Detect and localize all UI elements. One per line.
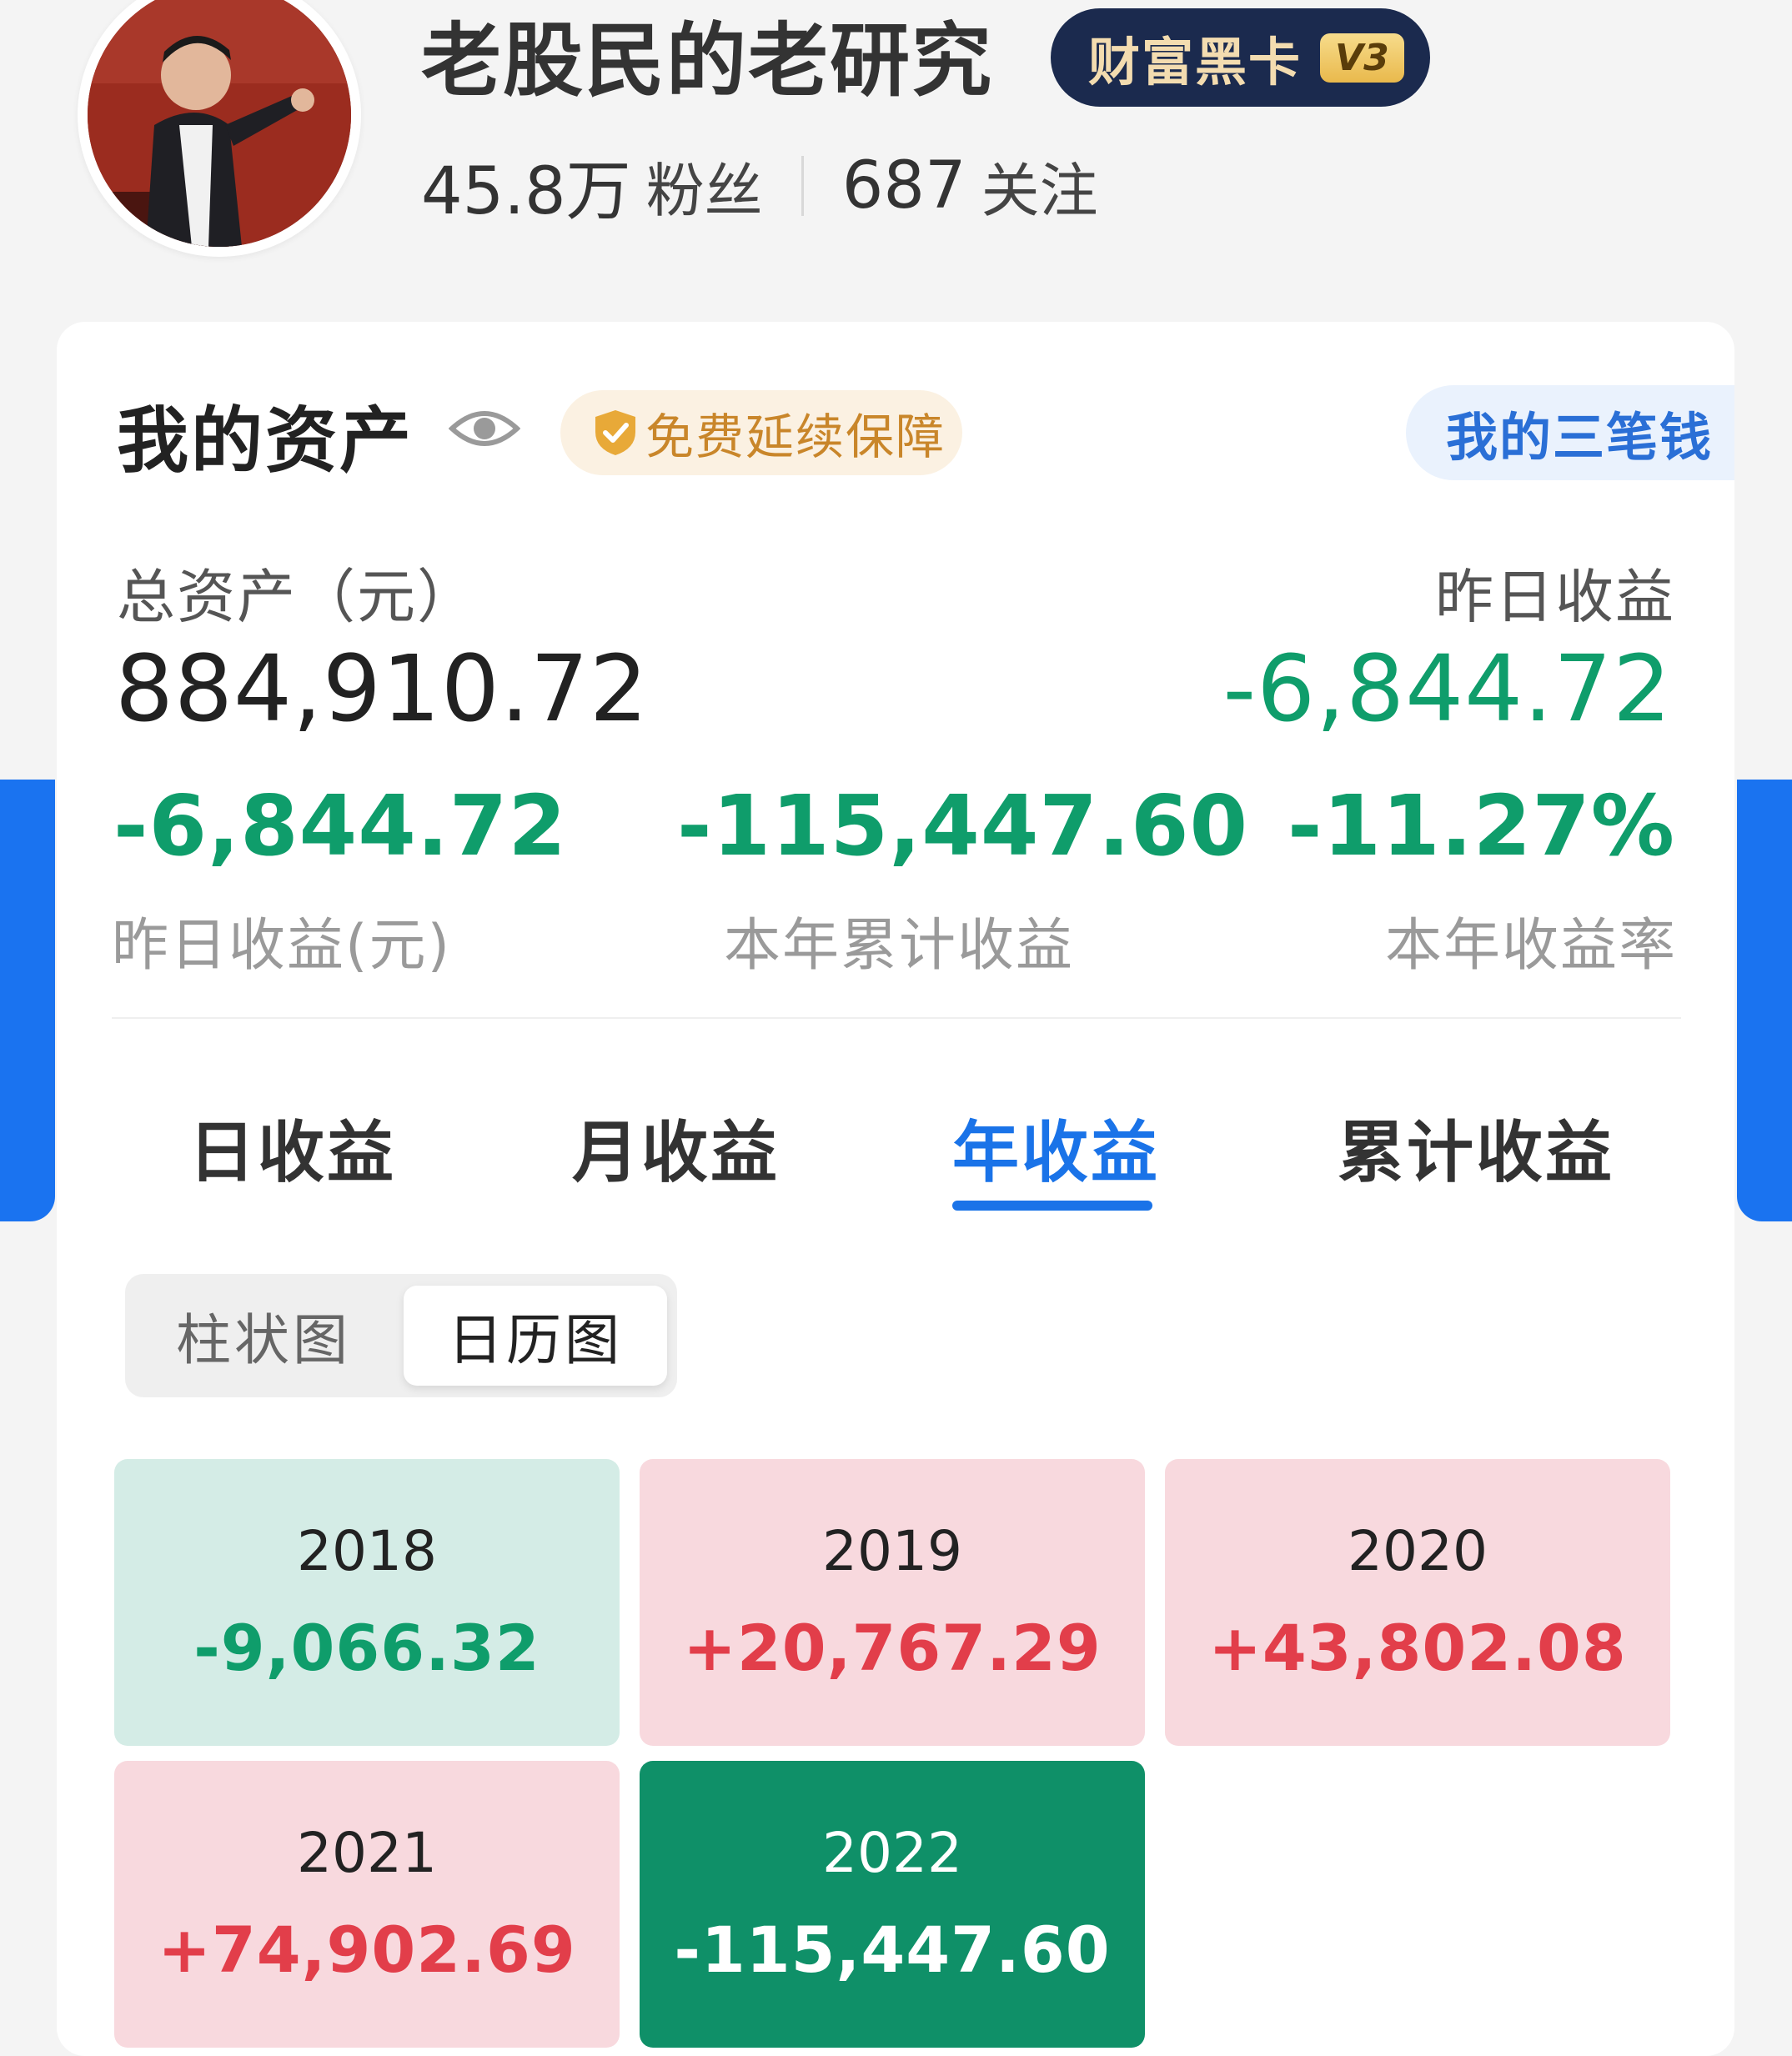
metric-year-rate-label: 本年收益率 [1384,913,1677,979]
view-option-calendar[interactable]: 日历图 [404,1286,667,1386]
chart-view-toggle: 柱状图 日历图 [125,1274,677,1397]
protect-badge[interactable]: 免费延续保障 [560,390,962,475]
tile-year: 2021 [297,1821,437,1885]
total-assets-label: 总资产（元） [117,563,477,631]
year-tile-2018[interactable]: 2018 -9,066.32 [114,1459,620,1746]
yesterday-earnings-label: 昨日收益 [1435,563,1675,631]
eye-icon[interactable] [449,404,520,454]
vip-badge-label: 财富黑卡 [1088,32,1303,93]
tile-year: 2018 [297,1519,437,1583]
following-label[interactable]: 关注 [981,144,1098,228]
vip-badge[interactable]: 财富黑卡 V3 [1051,8,1430,107]
blue-accent-left [0,780,55,1221]
stats-divider [801,156,804,216]
tile-value: -115,447.60 [674,1913,1111,1987]
view-option-bar[interactable]: 柱状图 [125,1274,402,1397]
tile-year: 2022 [822,1821,962,1885]
tile-value: -9,066.32 [193,1611,540,1685]
three-money-label: 我的三笔钱 [1446,407,1714,468]
metric-year-total-value: -115,447.60 [677,777,1249,875]
yesterday-earnings-value: -6,844.72 [1222,635,1672,742]
blue-accent-right [1737,780,1792,1221]
tab-cumulative[interactable]: 累计收益 [1338,1099,1614,1196]
tile-value: +43,802.08 [1208,1611,1627,1685]
tab-monthly[interactable]: 月收益 [572,1099,780,1196]
three-money-button[interactable]: 我的三笔钱 [1406,385,1734,480]
metric-year-total-label: 本年累计收益 [724,913,1075,979]
avatar-photo [88,0,351,247]
total-assets-value: 884,910.72 [115,635,649,742]
following-count[interactable]: 687 [842,148,966,223]
shield-check-icon [595,410,635,455]
tile-value: +74,902.69 [158,1913,576,1987]
year-tile-2021[interactable]: 2021 +74,902.69 [114,1761,620,2048]
assets-title: 我的资产 [117,399,414,483]
username: 老股民的老研究 [421,14,993,108]
protect-badge-label: 免费延续保障 [645,409,946,465]
year-tile-2019[interactable]: 2019 +20,767.29 [640,1459,1145,1746]
tile-year: 2020 [1348,1519,1488,1583]
metric-year-rate-value: -11.27% [1287,777,1675,875]
year-tile-2020[interactable]: 2020 +43,802.08 [1165,1459,1670,1746]
followers-count[interactable]: 45.8万 [421,139,631,233]
profile-stats: 45.8万 粉丝 687 关注 [421,148,1098,229]
avatar[interactable] [78,0,361,257]
section-divider [112,1017,1681,1019]
year-tile-2022[interactable]: 2022 -115,447.60 [640,1761,1145,2048]
tile-year: 2019 [822,1519,962,1583]
metric-yesterday-label: 昨日收益(元) [112,913,452,979]
followers-label[interactable]: 粉丝 [646,144,763,228]
tab-yearly[interactable]: 年收益 [952,1099,1160,1196]
tile-value: +20,767.29 [683,1611,1102,1685]
metric-yesterday-value: -6,844.72 [113,777,567,875]
tab-daily[interactable]: 日收益 [188,1099,396,1196]
vip-level-badge: V3 [1320,33,1404,83]
active-tab-indicator [952,1201,1152,1211]
